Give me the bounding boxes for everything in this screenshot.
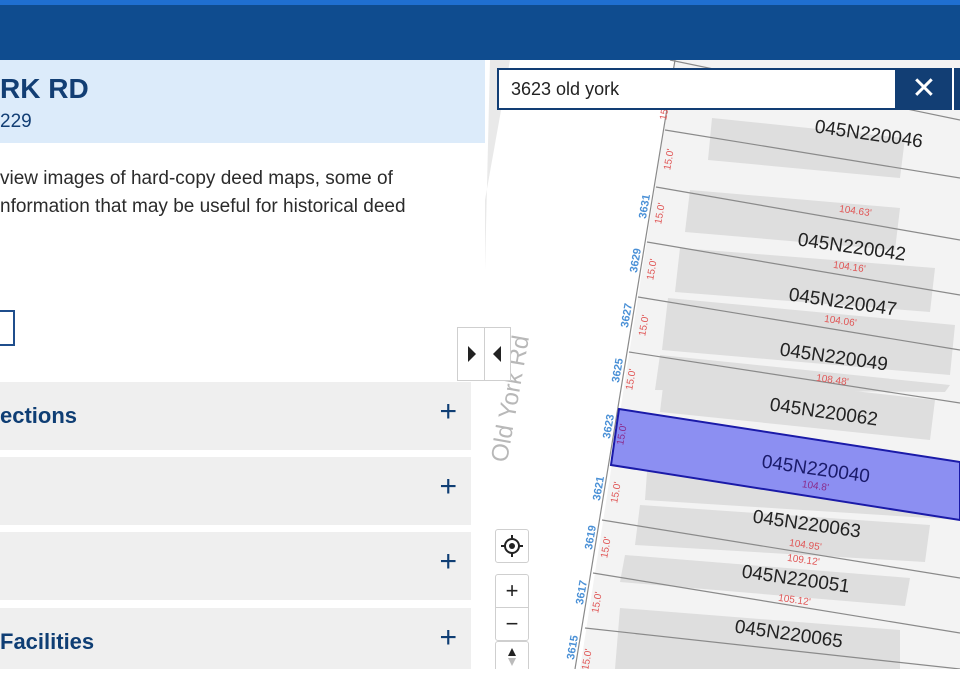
clear-search-button[interactable]: ✕ bbox=[896, 68, 952, 110]
close-icon: ✕ bbox=[911, 72, 937, 105]
address-search-box[interactable] bbox=[497, 68, 903, 110]
property-sidebar: RK RD 229 view images of hard-copy deed … bbox=[0, 60, 485, 669]
deed-maps-description: view images of hard-copy deed maps, some… bbox=[0, 165, 480, 221]
address-header: RK RD 229 bbox=[0, 60, 485, 143]
accordion-label: ections bbox=[0, 403, 78, 428]
address-subtitle: 229 bbox=[0, 111, 32, 132]
reset-north-button[interactable] bbox=[495, 641, 529, 669]
crosshair-icon bbox=[501, 535, 523, 557]
caret-right-icon[interactable] bbox=[458, 328, 484, 380]
compass-icon bbox=[508, 648, 516, 666]
accordion-item[interactable]: + bbox=[0, 532, 471, 600]
accordion-facilities[interactable]: Facilities + bbox=[0, 608, 471, 669]
sidebar-toggle[interactable] bbox=[457, 327, 511, 381]
address-title: RK RD bbox=[0, 73, 89, 104]
app-header bbox=[0, 5, 960, 60]
deed-maps-button[interactable] bbox=[0, 310, 15, 346]
description-line: nformation that may be useful for histor… bbox=[0, 196, 406, 217]
accordion-sections[interactable]: ections + bbox=[0, 382, 471, 450]
locate-button[interactable] bbox=[495, 529, 529, 563]
search-submit-edge[interactable] bbox=[952, 68, 960, 110]
expand-plus-icon[interactable]: + bbox=[439, 470, 457, 504]
caret-left-icon[interactable] bbox=[485, 328, 511, 380]
address-search-input[interactable] bbox=[499, 70, 903, 108]
zoom-in-button[interactable]: + bbox=[495, 574, 529, 608]
expand-plus-icon[interactable]: + bbox=[439, 395, 457, 429]
parcel-map[interactable]: Old York Rd 045N220046 045N220042 045N22… bbox=[485, 60, 960, 669]
expand-plus-icon[interactable]: + bbox=[439, 545, 457, 579]
expand-plus-icon[interactable]: + bbox=[439, 621, 457, 655]
zoom-in-icon: + bbox=[505, 578, 519, 603]
accordion-label: Facilities bbox=[0, 629, 95, 654]
zoom-out-button[interactable]: − bbox=[495, 607, 529, 641]
zoom-out-icon: − bbox=[505, 611, 519, 636]
description-line: view images of hard-copy deed maps, some… bbox=[0, 168, 393, 189]
accordion-item[interactable]: + bbox=[0, 457, 471, 525]
